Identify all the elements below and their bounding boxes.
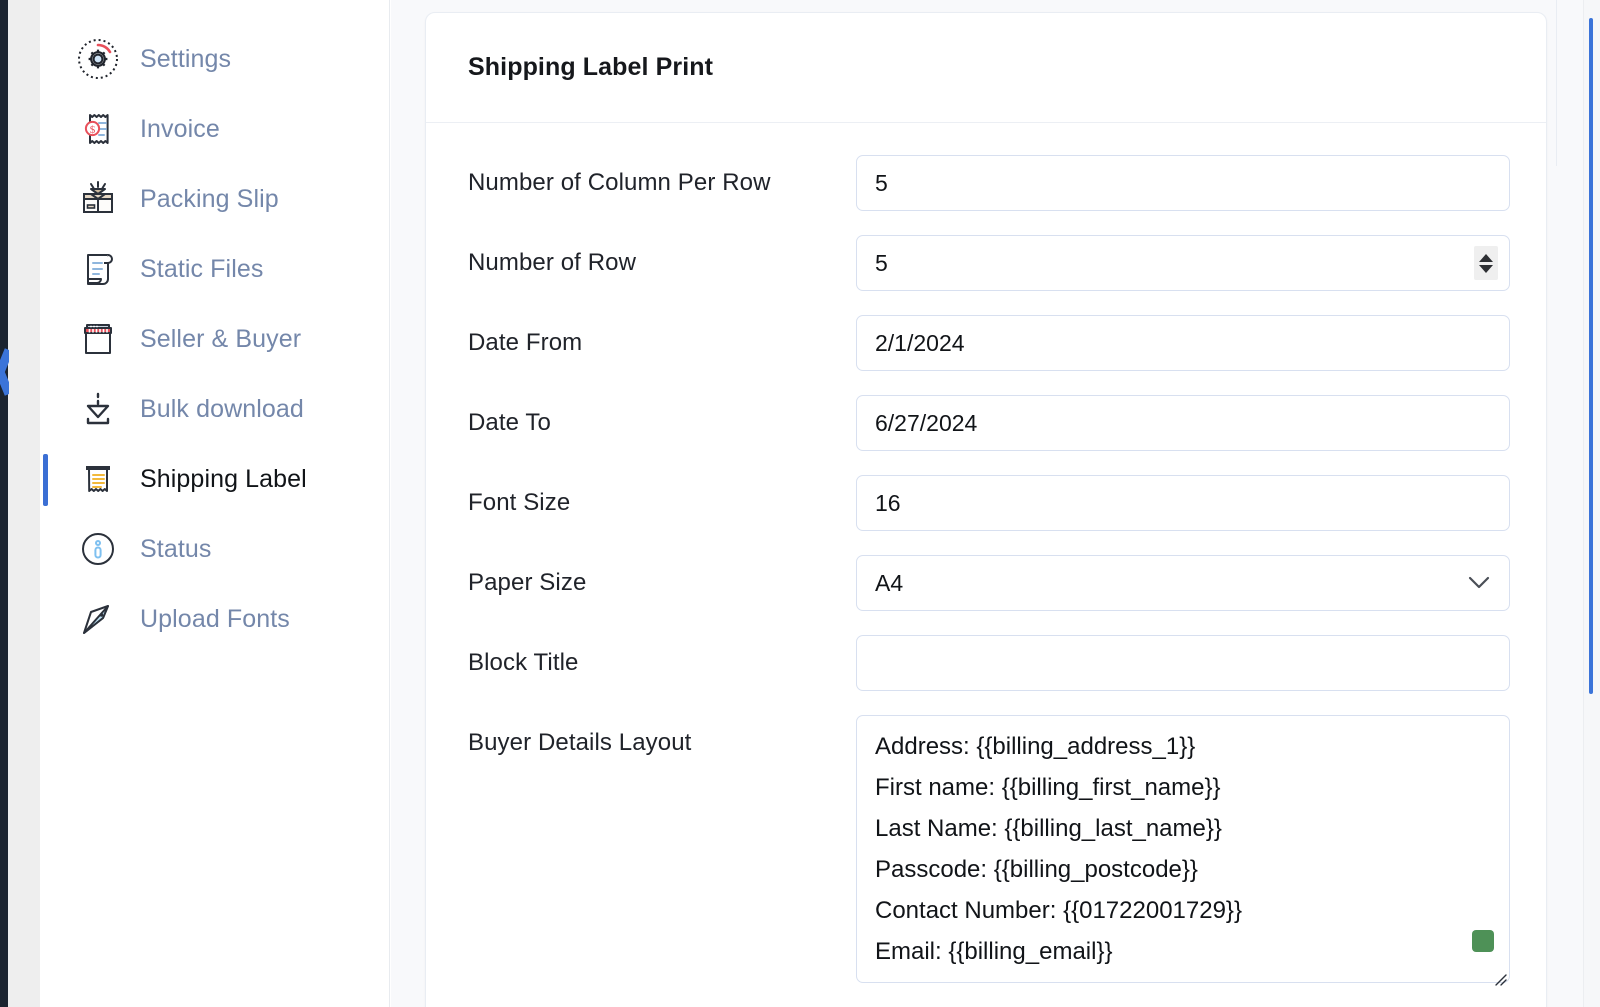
- field-label: Paper Size: [468, 569, 587, 596]
- active-indicator: [43, 104, 48, 156]
- storefront-icon: [76, 317, 120, 361]
- field-row-buyer-details-layout: Buyer Details Layout Address: {{billing_…: [468, 715, 1510, 988]
- field-label: Date To: [468, 409, 551, 436]
- vertical-scrollbar-thumb[interactable]: [1589, 18, 1593, 694]
- field-label: Font Size: [468, 489, 571, 516]
- font-size-input[interactable]: [856, 475, 1510, 531]
- sidebar-item-label: Invoice: [140, 114, 220, 143]
- active-indicator: [43, 524, 48, 576]
- paper-size-select[interactable]: [856, 555, 1510, 611]
- open-box-icon: [76, 177, 120, 221]
- settings-form: Number of Column Per Row Number of Row: [426, 123, 1546, 988]
- sidebar-item-shipping-label[interactable]: Shipping Label: [40, 444, 389, 514]
- sidebar-collapse-chevron-icon[interactable]: [0, 348, 9, 406]
- sidebar-item-bulk-download[interactable]: Bulk download: [40, 374, 389, 444]
- active-indicator: [43, 174, 48, 226]
- sidebar-item-label: Packing Slip: [140, 184, 279, 213]
- sidebar-item-label: Bulk download: [140, 394, 304, 423]
- scroll-document-icon: [76, 247, 120, 291]
- main-content: Shipping Label Print Number of Column Pe…: [391, 0, 1600, 1007]
- active-indicator: [43, 244, 48, 296]
- number-of-row-input[interactable]: [856, 235, 1510, 291]
- field-label: Date From: [468, 329, 583, 356]
- card-right-edge: [1556, 0, 1557, 166]
- buyer-details-layout-textarea[interactable]: Address: {{billing_address_1}} First nam…: [856, 715, 1510, 983]
- sidebar-item-label: Settings: [140, 44, 232, 73]
- active-indicator: [43, 454, 48, 506]
- gear-icon: [76, 37, 120, 81]
- active-indicator: [43, 594, 48, 646]
- field-row-paper-size: Paper Size: [468, 555, 1510, 611]
- info-circle-icon: [76, 527, 120, 571]
- field-row-date-from: Date From: [468, 315, 1510, 371]
- number-stepper[interactable]: [1474, 246, 1498, 280]
- field-row-columns-per-row: Number of Column Per Row: [468, 155, 1510, 211]
- sidebar-item-status[interactable]: Status: [40, 514, 389, 584]
- field-row-font-size: Font Size: [468, 475, 1510, 531]
- sidebar-item-label: Seller & Buyer: [140, 324, 302, 353]
- sidebar-item-settings[interactable]: Settings: [40, 24, 389, 94]
- active-indicator: [43, 384, 48, 436]
- left-dark-rail: [0, 0, 8, 1007]
- sidebar-item-seller-buyer[interactable]: Seller & Buyer: [40, 304, 389, 374]
- sidebar-item-label: Status: [140, 534, 212, 563]
- field-row-number-of-row: Number of Row: [468, 235, 1510, 291]
- shipping-label-receipt-icon: [76, 457, 120, 501]
- sidebar-item-static-files[interactable]: Static Files: [40, 234, 389, 304]
- card-header: Shipping Label Print: [426, 13, 1546, 123]
- active-indicator: [43, 314, 48, 366]
- sidebar-item-label: Static Files: [140, 254, 264, 283]
- status-badge: [1472, 930, 1494, 952]
- sidebar-item-upload-fonts[interactable]: Upload Fonts: [40, 584, 389, 654]
- field-label: Number of Column Per Row: [468, 169, 771, 196]
- active-indicator: [43, 34, 48, 86]
- field-row-date-to: Date To: [468, 395, 1510, 451]
- stepper-up-icon[interactable]: [1479, 253, 1493, 262]
- sidebar-item-label: Upload Fonts: [140, 604, 290, 633]
- date-from-input[interactable]: [856, 315, 1510, 371]
- columns-per-row-input[interactable]: [856, 155, 1510, 211]
- download-arrow-icon: [76, 387, 120, 431]
- page-title: Shipping Label Print: [468, 53, 714, 81]
- sidebar-item-invoice[interactable]: $ Invoice: [40, 94, 389, 164]
- sidebar-nav: Settings $ Invoice Packing Slip Static F…: [40, 0, 390, 1007]
- field-row-block-title: Block Title: [468, 635, 1510, 691]
- sidebar-item-label: Shipping Label: [140, 464, 307, 493]
- sidebar-item-packing-slip[interactable]: Packing Slip: [40, 164, 389, 234]
- block-title-input[interactable]: [856, 635, 1510, 691]
- settings-card: Shipping Label Print Number of Column Pe…: [425, 12, 1547, 1007]
- field-label: Block Title: [468, 649, 579, 676]
- app-root: Settings $ Invoice Packing Slip Static F…: [0, 0, 1600, 1007]
- stepper-down-icon[interactable]: [1479, 264, 1493, 273]
- pen-nib-icon: [76, 597, 120, 641]
- field-label: Number of Row: [468, 249, 637, 276]
- svg-text:$: $: [90, 124, 96, 136]
- invoice-receipt-icon: $: [76, 107, 120, 151]
- left-gutter: [8, 0, 40, 1007]
- date-to-input[interactable]: [856, 395, 1510, 451]
- field-label: Buyer Details Layout: [468, 729, 692, 756]
